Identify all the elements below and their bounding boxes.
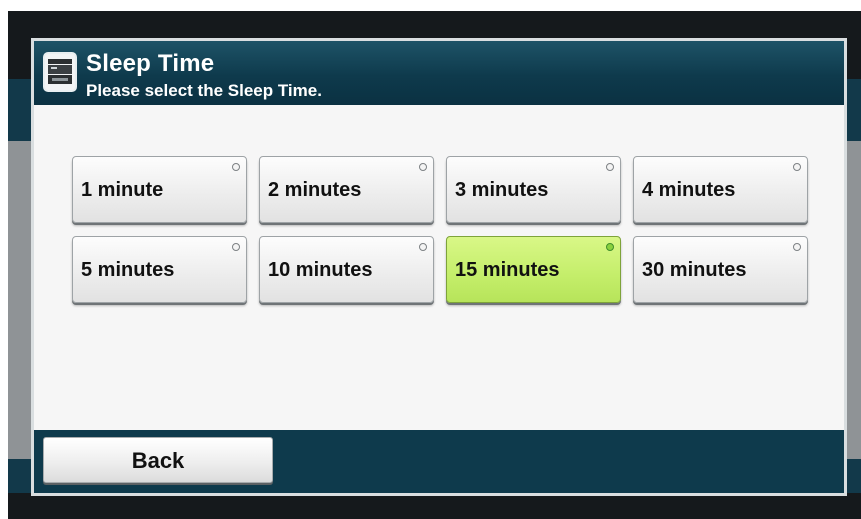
radio-indicator-icon (232, 243, 240, 251)
option-15-minutes[interactable]: 15 minutes (446, 236, 621, 303)
sleep-time-dialog: Sleep Time Please select the Sleep Time.… (31, 38, 847, 496)
radio-indicator-icon (793, 163, 801, 171)
option-4-minutes[interactable]: 4 minutes (633, 156, 808, 223)
printer-icon (43, 52, 77, 92)
option-5-minutes[interactable]: 5 minutes (72, 236, 247, 303)
radio-indicator-icon (232, 163, 240, 171)
option-label: 4 minutes (642, 179, 736, 201)
option-10-minutes[interactable]: 10 minutes (259, 236, 434, 303)
option-label: 1 minute (81, 179, 164, 201)
option-label: 15 minutes (455, 259, 560, 281)
radio-indicator-icon (419, 163, 427, 171)
dialog-header: Sleep Time Please select the Sleep Time. (34, 41, 844, 105)
option-label: 2 minutes (268, 179, 362, 201)
radio-indicator-icon (419, 243, 427, 251)
dialog-subtitle: Please select the Sleep Time. (86, 81, 322, 100)
radio-indicator-icon (793, 243, 801, 251)
option-3-minutes[interactable]: 3 minutes (446, 156, 621, 223)
dialog-footer: Back (34, 430, 844, 493)
option-2-minutes[interactable]: 2 minutes (259, 156, 434, 223)
radio-selected-icon (606, 243, 614, 251)
option-label: 30 minutes (642, 259, 747, 281)
option-label: 10 minutes (268, 259, 373, 281)
option-label: 3 minutes (455, 179, 549, 201)
radio-indicator-icon (606, 163, 614, 171)
option-1-minute[interactable]: 1 minute (72, 156, 247, 223)
back-button[interactable]: Back (43, 437, 273, 483)
option-30-minutes[interactable]: 30 minutes (633, 236, 808, 303)
back-button-label: Back (131, 448, 185, 473)
option-label: 5 minutes (81, 259, 175, 281)
dialog-title: Sleep Time (86, 50, 215, 77)
